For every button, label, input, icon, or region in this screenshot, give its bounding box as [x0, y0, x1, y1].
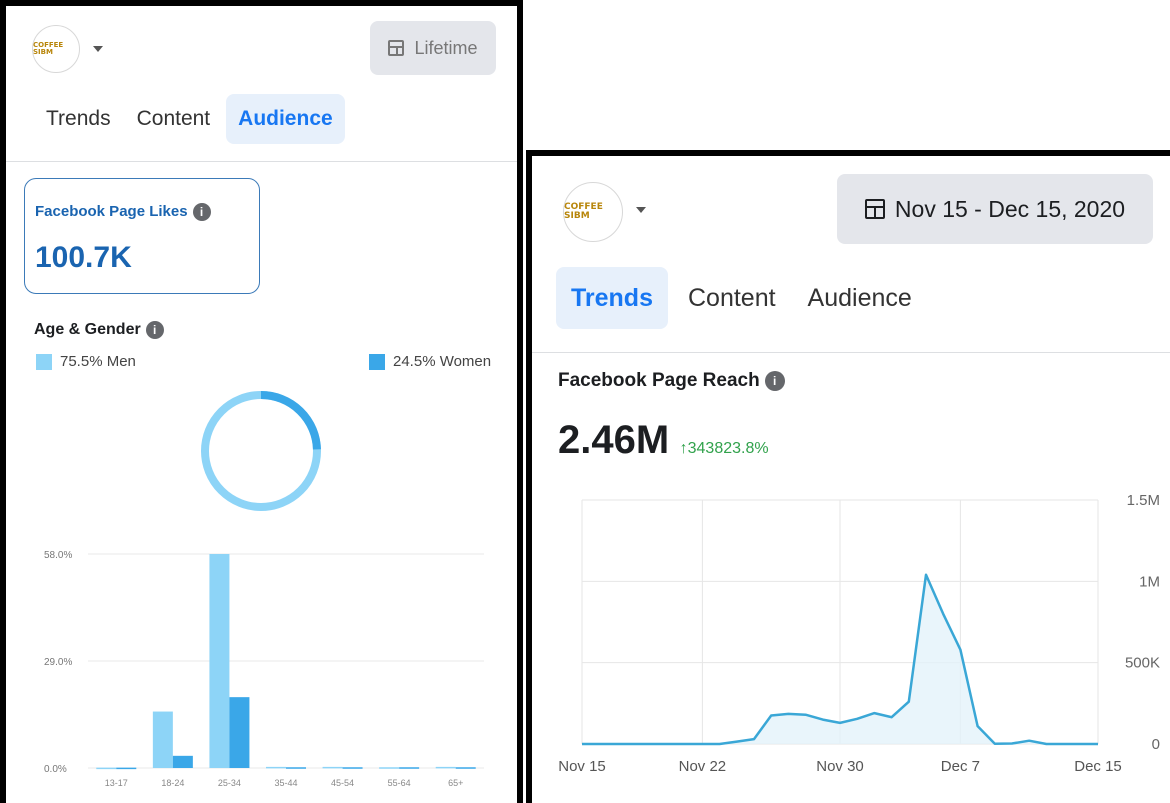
chevron-down-icon[interactable]: [636, 207, 646, 213]
gender-donut-chart: [201, 391, 321, 511]
info-icon[interactable]: i: [192, 203, 211, 222]
x-tick-label: 18-24: [161, 778, 184, 788]
audience-panel: COFFEE SIBM Lifetime Trends Content Audi…: [0, 0, 523, 803]
tab-audience[interactable]: Audience: [226, 94, 345, 144]
x-tick-label: Nov 30: [816, 758, 864, 775]
date-range-button[interactable]: Lifetime: [370, 21, 496, 75]
bar-men[interactable]: [96, 767, 117, 770]
y-tick-label: 500K: [1125, 655, 1160, 672]
reach-value: 2.46M: [558, 418, 670, 462]
date-range-label: Lifetime: [414, 37, 478, 58]
tab-content[interactable]: Content: [674, 267, 790, 329]
tab-bar: Trends Content Audience: [556, 267, 926, 329]
reach-title-row: Facebook Page Reach i: [558, 370, 785, 392]
y-tick-label: 58.0%: [44, 550, 72, 561]
bar-women[interactable]: [229, 697, 250, 768]
tab-trends[interactable]: Trends: [34, 94, 123, 144]
page-likes-card[interactable]: Facebook Page Likes i 100.7K: [24, 178, 260, 294]
bar-women[interactable]: [116, 767, 137, 770]
y-tick-label: 1.5M: [1127, 492, 1160, 509]
bar-men[interactable]: [435, 766, 456, 769]
page-logo[interactable]: COFFEE SIBM: [32, 25, 80, 73]
trends-panel: COFFEE SIBM Nov 15 - Dec 15, 2020 Trends…: [526, 150, 1170, 803]
bar-women[interactable]: [455, 767, 476, 769]
tab-bar: Trends Content Audience: [34, 94, 345, 144]
bar-women[interactable]: [399, 767, 420, 769]
bar-men[interactable]: [152, 711, 173, 768]
x-tick-label: 45-54: [331, 778, 354, 788]
bar-men[interactable]: [322, 766, 343, 769]
calendar-icon: [864, 199, 885, 219]
reach-change: ↑343823.8%: [679, 440, 769, 457]
bar-men[interactable]: [379, 767, 400, 769]
bar-men[interactable]: [266, 766, 286, 769]
page-logo[interactable]: COFFEE SIBM: [563, 182, 623, 242]
x-tick-label: Dec 7: [941, 758, 980, 775]
date-range-button[interactable]: Nov 15 - Dec 15, 2020: [837, 174, 1153, 244]
x-tick-label: Dec 15: [1074, 758, 1122, 775]
tab-audience[interactable]: Audience: [794, 267, 926, 329]
date-range-label: Nov 15 - Dec 15, 2020: [894, 195, 1126, 222]
x-tick-label: Nov 22: [679, 758, 727, 775]
x-tick-label: 55-64: [388, 778, 411, 788]
x-tick-label: 25-34: [218, 778, 241, 788]
info-icon[interactable]: i: [145, 321, 164, 339]
likes-title: Facebook Page Likes: [35, 203, 188, 220]
y-tick-label: 29.0%: [44, 657, 72, 668]
likes-title-row: Facebook Page Likes i: [35, 203, 211, 222]
legend-women: 24.5% Women: [369, 353, 492, 371]
y-tick-label: 1M: [1139, 573, 1160, 590]
x-tick-label: 65+: [448, 778, 463, 788]
reach-line-chart: Nov 15 Nov 22 Nov 30 Dec 7 Dec 15 0 500K 1M 1.5M: [558, 492, 1160, 775]
tab-content[interactable]: Content: [125, 94, 223, 144]
info-icon[interactable]: i: [764, 370, 785, 391]
x-tick-label: 13-17: [105, 778, 128, 788]
men-label: 75.5% Men: [60, 353, 136, 370]
tab-label: Content: [136, 107, 211, 130]
divider: [532, 352, 1170, 353]
age-bar-chart: 0.0% 29.0% 58.0% 13-17 18-24 25-34 35-44 45-54 5…: [44, 550, 484, 788]
tab-label: Audience: [807, 283, 912, 312]
tab-label: Trends: [571, 283, 653, 312]
age-gender-title: Age & Gender: [34, 321, 141, 339]
chevron-down-icon[interactable]: [93, 46, 103, 52]
women-label: 24.5% Women: [393, 353, 492, 370]
logo-text: COFFEE SIBM: [564, 202, 603, 221]
divider: [6, 161, 517, 162]
tab-label: Content: [687, 283, 776, 312]
y-tick-label: 0: [1152, 736, 1160, 753]
logo-text: COFFEE SIBM: [33, 41, 64, 56]
x-tick-label: 35-44: [274, 778, 297, 788]
y-tick-label: 0.0%: [44, 764, 67, 775]
reach-title: Facebook Page Reach: [558, 370, 760, 391]
x-tick-label: Nov 15: [558, 758, 606, 775]
reach-metric: 2.46M ↑343823.8%: [558, 418, 769, 463]
tab-trends[interactable]: Trends: [556, 267, 668, 329]
likes-value: 100.7K: [35, 241, 132, 274]
bar-women[interactable]: [342, 767, 363, 769]
tab-label: Audience: [238, 107, 333, 130]
age-gender-title-row: Age & Gender i: [34, 321, 164, 339]
legend-men: 75.5% Men: [36, 353, 136, 371]
bar-women[interactable]: [172, 755, 193, 768]
calendar-icon: [388, 40, 405, 56]
bar-men[interactable]: [209, 554, 230, 768]
bar-women[interactable]: [286, 767, 306, 769]
tab-label: Trends: [46, 107, 111, 130]
women-swatch: [369, 354, 385, 371]
men-swatch: [36, 354, 52, 371]
